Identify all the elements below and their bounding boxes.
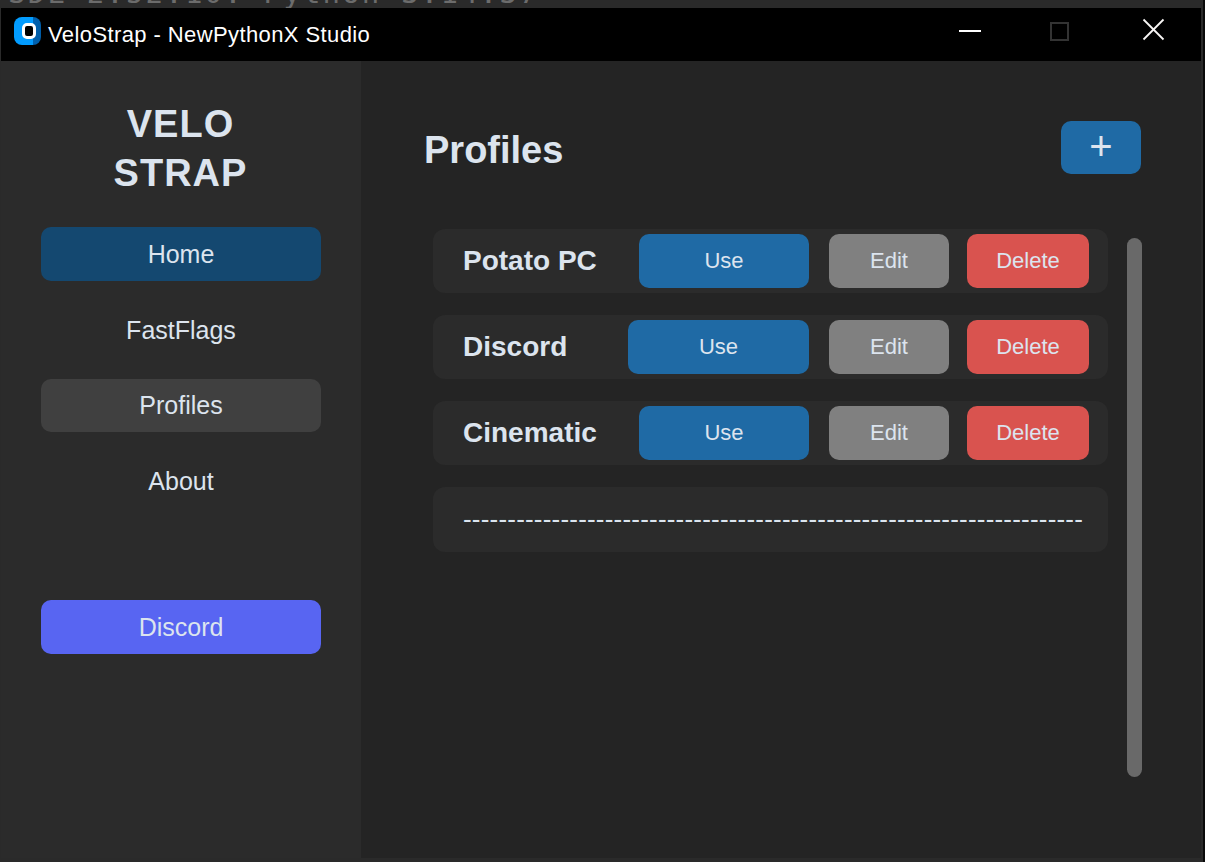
sidebar-item-home[interactable]: Home bbox=[41, 227, 321, 281]
app-window: SDL 2:52:10: Python 3.14.37 VeloStrap - … bbox=[0, 0, 1205, 862]
sidebar-item-fastflags[interactable]: FastFlags bbox=[41, 303, 321, 357]
profile-name: Cinematic bbox=[463, 401, 597, 465]
app-icon bbox=[14, 17, 41, 45]
close-icon[interactable] bbox=[1142, 18, 1165, 41]
separator-row: ----------------------------------------… bbox=[433, 487, 1108, 552]
titlebar: VeloStrap - NewPythonX Studio bbox=[0, 8, 1203, 61]
minimize-icon[interactable] bbox=[959, 30, 981, 32]
profile-row: Discord Use Edit Delete bbox=[433, 315, 1108, 379]
background-window-strip: SDL 2:52:10: Python 3.14.37 bbox=[0, 0, 1203, 8]
profiles-list: Potato PC Use Edit Delete Discord Use Edit Dele… bbox=[361, 61, 1201, 862]
logo-line2: STRAP bbox=[0, 149, 361, 198]
delete-button[interactable]: Delete bbox=[967, 320, 1089, 374]
sidebar-item-profiles[interactable]: Profiles bbox=[41, 379, 321, 432]
main-content: Profiles + Potato PCUseEditDeleteDiscord… bbox=[361, 61, 1201, 862]
app-icon-ring bbox=[22, 23, 36, 39]
sidebar-item-about[interactable]: About bbox=[41, 454, 321, 508]
profile-row: Potato PC Use Edit Delete bbox=[433, 229, 1108, 293]
delete-button[interactable]: Delete bbox=[967, 406, 1089, 460]
window-bottom-edge bbox=[0, 858, 1203, 862]
window-left-edge bbox=[0, 8, 1, 862]
discord-button[interactable]: Discord bbox=[41, 600, 321, 654]
use-button[interactable]: Use bbox=[628, 320, 809, 374]
profile-name: Discord bbox=[463, 315, 567, 379]
logo-line1: VELO bbox=[0, 100, 361, 149]
use-button[interactable]: Use bbox=[639, 406, 809, 460]
scrollbar-thumb[interactable] bbox=[1127, 238, 1142, 777]
edit-button[interactable]: Edit bbox=[829, 320, 949, 374]
edit-button[interactable]: Edit bbox=[829, 234, 949, 288]
profile-row: Cinematic Use Edit Delete bbox=[433, 401, 1108, 465]
delete-button[interactable]: Delete bbox=[967, 234, 1089, 288]
window-title: VeloStrap - NewPythonX Studio bbox=[48, 8, 370, 61]
maximize-icon[interactable] bbox=[1050, 22, 1069, 41]
background-window-text: SDL 2:52:10: Python 3.14.37 bbox=[8, 0, 539, 8]
sidebar: VELO STRAP Home FastFlags Profiles About… bbox=[0, 61, 361, 862]
app-logo: VELO STRAP bbox=[0, 100, 361, 198]
edit-button[interactable]: Edit bbox=[829, 406, 949, 460]
use-button[interactable]: Use bbox=[639, 234, 809, 288]
separator-text: ----------------------------------------… bbox=[463, 487, 1083, 552]
profile-name: Potato PC bbox=[463, 229, 597, 293]
